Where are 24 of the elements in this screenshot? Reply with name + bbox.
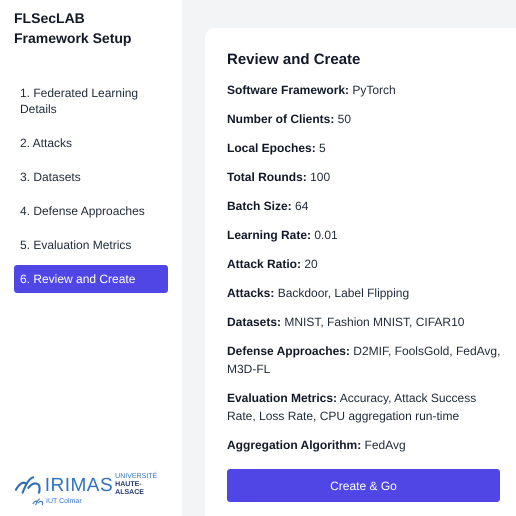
swoosh-logo-icon: [32, 498, 44, 506]
sidebar-item[interactable]: 1. Federated Learning Details: [14, 79, 168, 123]
review-field: Total Rounds: 100: [227, 168, 503, 186]
review-field: Batch Size: 64: [227, 197, 503, 215]
sidebar-item[interactable]: 5. Evaluation Metrics: [14, 231, 168, 259]
sidebar-title: FLSecLAB Framework Setup: [14, 9, 132, 48]
sidebar-item[interactable]: 3. Datasets: [14, 163, 168, 191]
review-field: Learning Rate: 0.01: [227, 226, 503, 244]
sidebar-item[interactable]: 2. Attacks: [14, 129, 168, 157]
sidebar-item[interactable]: 4. Defense Approaches: [14, 197, 168, 225]
create-button[interactable]: Create & Go: [227, 469, 500, 502]
review-field: Software Framework: PyTorch: [227, 81, 503, 99]
review-field: Datasets: MNIST, Fashion MNIST, CIFAR10: [227, 313, 503, 331]
logo-name: IRIMAS: [44, 476, 114, 494]
review-field: Evaluation Metrics: Accuracy, Attack Success Rate, Loss Rate, CPU aggregation run-time: [227, 389, 503, 425]
card-title: Review and Create: [227, 50, 362, 70]
review-field: Attack Ratio: 20: [227, 255, 503, 273]
swoosh-logo-icon: [14, 475, 43, 495]
review-field: Number of Clients: 50: [227, 110, 503, 128]
review-field: Attacks: Backdoor, Label Flipping: [227, 284, 503, 302]
review-field: Local Epoches: 5: [227, 139, 503, 157]
review-field: Defense Approaches: D2MIF, FoolsGold, FedAvg, M3D-FL: [227, 342, 503, 378]
review-field: Aggregation Algorithm: FedAvg: [227, 436, 503, 454]
sidebar-item[interactable]: 6. Review and Create: [14, 265, 168, 293]
